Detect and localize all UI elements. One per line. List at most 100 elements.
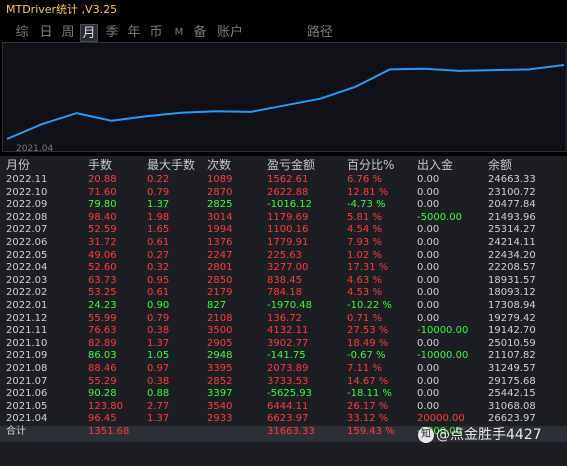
monthly-stats-table: 月份 手数 最大手数 次数 盈亏金额 百分比% 出入金 余额 2022.11 20.88 0.22 1…: [0, 156, 567, 466]
table-cell: 0.00: [417, 237, 440, 248]
table-cell: 2022.07: [6, 224, 48, 236]
table-cell: 6444.11: [267, 400, 309, 412]
table-cell: 2021.11: [6, 325, 48, 337]
table-cell: 0.88: [147, 388, 170, 400]
table-cell: 1.98: [147, 211, 170, 223]
table-cell: -10.22 %: [347, 300, 392, 311]
table-cell: 2022.03: [6, 274, 48, 286]
table-cell: 1179.69: [267, 211, 309, 223]
tab-5[interactable]: 年: [124, 24, 144, 42]
table-cell: 2022.09: [6, 199, 48, 211]
table-cell: -1016.12: [267, 199, 312, 211]
table-cell: 225.63: [267, 249, 302, 261]
table-cell: 31.72: [88, 237, 117, 248]
column-header: 百分比%: [347, 158, 395, 172]
column-header: 次数: [207, 158, 232, 172]
balance-chart-svg: [6, 64, 565, 140]
table-cell: 0.71 %: [347, 312, 382, 324]
table-cell: 2021.10: [6, 337, 48, 349]
table-cell: 22434.20: [488, 249, 536, 261]
table-row: 2022.04 52.60 0.32 2801 3277.00 17.31 % 0.00 22…: [0, 262, 567, 275]
table-cell: 784.18: [267, 287, 302, 299]
table-cell: 0.32: [147, 262, 170, 274]
table-row: 2022.08 98.40 1.98 3014 1179.69 5.81 % -5000.0…: [0, 212, 567, 225]
total-cell: 31663.33: [267, 426, 315, 437]
table-cell: 3397: [207, 388, 233, 400]
table-row: 2022.06 31.72 0.61 1376 1779.91 7.93 % 0.00 242…: [0, 237, 567, 250]
table-row: 2021.09 86.03 1.05 2948 -141.75 -0.67 % -10000…: [0, 350, 567, 363]
table-cell: 2933: [207, 413, 233, 425]
tab-8[interactable]: 备: [190, 24, 210, 42]
table-cell: 25314.27: [488, 224, 536, 236]
table-cell: 0.00: [417, 388, 440, 400]
period-tabs: 综日周月季年币 M 备账户 路径: [0, 22, 567, 42]
table-cell: 3014: [207, 211, 233, 223]
table-cell: 0.00: [417, 174, 440, 185]
total-cell: 159.43 %: [347, 426, 395, 437]
chart-start-label: 2021.04: [16, 144, 54, 154]
table-cell: 2022.11: [6, 174, 48, 185]
table-cell: 1.05: [147, 350, 170, 362]
tab-4[interactable]: 季: [102, 24, 122, 42]
table-cell: 2022.06: [6, 237, 48, 248]
table-cell: 24663.33: [488, 174, 536, 185]
table-row: 2022.10 71.60 0.79 2870 2622.88 12.81 % 0.00 23…: [0, 187, 567, 200]
table-row: 2022.02 53.25 0.61 2179 784.18 4.53 % 0.00 1809…: [0, 287, 567, 300]
table-row: 2021.11 76.63 0.38 3500 4132.11 27.53 % -10000…: [0, 325, 567, 338]
table-row: 2021.07 55.29 0.38 2852 3733.53 14.67 % 0.00 29…: [0, 376, 567, 389]
tab-0[interactable]: 综: [12, 24, 32, 42]
table-cell: 2022.04: [6, 262, 48, 274]
table-row: 2021.05 123.80 2.77 3540 6444.11 26.17 % 0.00 3…: [0, 401, 567, 414]
column-header: 盈亏金额: [267, 158, 316, 172]
table-cell: 2905: [207, 337, 233, 349]
table-cell: 21107.82: [488, 350, 536, 362]
table-cell: 0.22: [147, 174, 170, 185]
table-cell: 2852: [207, 375, 233, 387]
table-cell: 52.59: [88, 224, 117, 236]
table-row: 2022.11 20.88 0.22 1089 1562.61 6.76 % 0.00 246…: [0, 174, 567, 187]
table-cell: 0.95: [147, 274, 170, 286]
table-cell: 23100.72: [488, 186, 536, 198]
table-cell: 96.45: [88, 413, 117, 425]
table-cell: 29175.68: [488, 375, 536, 387]
table-cell: 55.29: [88, 375, 117, 387]
table-cell: 0.00: [417, 400, 440, 412]
watermark-text: @点金胜手4427: [436, 427, 542, 443]
table-cell: 5.81 %: [347, 211, 382, 223]
table-cell: 19142.70: [488, 325, 536, 337]
tab-7[interactable]: M: [170, 24, 188, 42]
tab-9[interactable]: 账户: [214, 24, 246, 42]
table-cell: 2021.07: [6, 375, 48, 387]
column-header: 手数: [88, 158, 113, 172]
table-cell: 0.00: [417, 287, 440, 299]
tab-1[interactable]: 日: [36, 24, 56, 42]
table-cell: 71.60: [88, 186, 117, 198]
tab-6[interactable]: 币: [146, 24, 166, 42]
table-cell: 2622.88: [267, 186, 309, 198]
column-header: 月份: [6, 158, 31, 172]
table-cell: 2108: [207, 312, 233, 324]
table-cell: 0.00: [417, 375, 440, 387]
table-cell: 827: [207, 300, 227, 311]
table-cell: 2.77: [147, 400, 170, 412]
table-row: 2021.12 55.99 0.79 2108 136.72 0.71 % 0.00 1927…: [0, 313, 567, 326]
zhihu-icon: 知: [418, 427, 434, 443]
tab-2[interactable]: 周: [58, 24, 78, 42]
table-row: 2022.05 49.06 0.27 2247 225.63 1.02 % 0.00 2243…: [0, 250, 567, 263]
table-cell: 0.00: [417, 337, 440, 349]
table-cell: 53.25: [88, 287, 117, 299]
table-cell: 3540: [207, 400, 233, 412]
table-cell: 25442.15: [488, 388, 536, 400]
table-cell: 1.37: [147, 413, 170, 425]
table-cell: 31249.57: [488, 363, 536, 374]
table-cell: 0.00: [417, 224, 440, 236]
tab-10[interactable]: 路径: [302, 24, 338, 42]
table-cell: 24214.11: [488, 237, 536, 248]
table-cell: 1.37: [147, 337, 170, 349]
table-cell: 2022.05: [6, 249, 48, 261]
table-cell: 0.38: [147, 325, 170, 337]
table-cell: 2850: [207, 274, 233, 286]
tab-3[interactable]: 月: [80, 24, 98, 42]
table-cell: 2022.01: [6, 300, 48, 311]
table-cell: 0.79: [147, 312, 170, 324]
